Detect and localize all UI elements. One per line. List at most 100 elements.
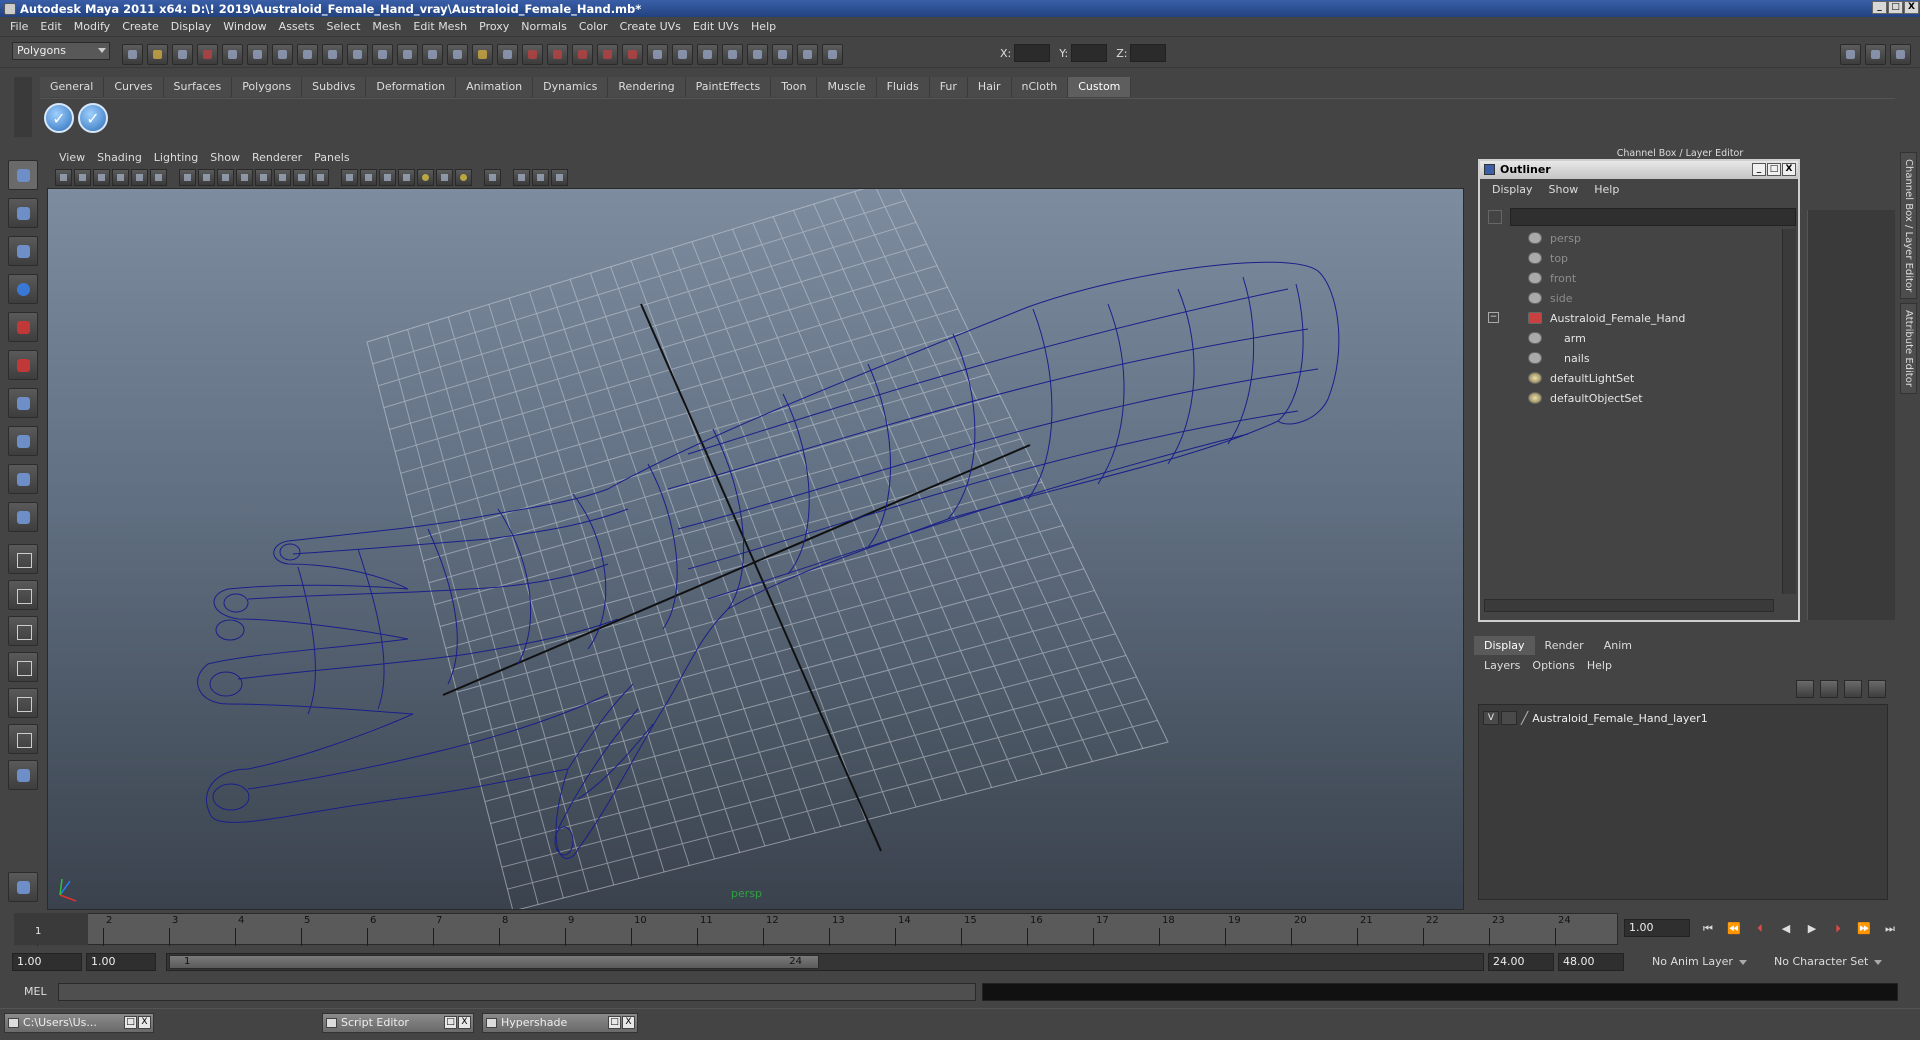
menu-help[interactable]: Help [745,20,782,33]
minimize-button[interactable]: _ [1872,1,1887,14]
step-forward-key-button[interactable]: ⏩ [1854,921,1874,937]
smooth-shade-icon[interactable] [217,168,234,186]
layer-color-swatch-icon[interactable]: ╱ [1521,711,1528,725]
layer-tab-display[interactable]: Display [1474,636,1535,655]
range-slider-track[interactable]: 1 24 [166,953,1484,971]
menu-edit[interactable]: Edit [34,20,67,33]
outliner-minimize-button[interactable]: _ [1752,163,1766,176]
time-slider[interactable]: 123456789101112131415161718192021222324 [14,913,1618,946]
ambient-occlusion-icon[interactable] [436,168,453,186]
maximize-button[interactable]: □ [1888,1,1903,14]
outliner-item-front[interactable]: front [1528,269,1576,287]
perspective-viewport[interactable]: persp [47,188,1464,910]
menu-window[interactable]: Window [217,20,272,33]
xray-icon[interactable] [312,168,329,186]
start-time-field[interactable]: 1.00 [12,953,82,971]
menu-display[interactable]: Display [165,20,218,33]
close-window-button[interactable]: X [622,1016,635,1029]
close-window-button[interactable]: X [458,1016,471,1029]
minimized-window-script-editor[interactable]: Script Editor □ X [322,1013,474,1033]
filter-options-icon[interactable] [1488,210,1502,224]
menu-normals[interactable]: Normals [515,20,573,33]
attribute-editor-toggle-icon[interactable] [1840,43,1861,65]
shelf-tab-surfaces[interactable]: Surfaces [163,77,233,97]
playback-end-field[interactable]: 24.00 [1488,953,1554,971]
minimized-window-hypershade[interactable]: Hypershade □ X [482,1013,638,1033]
field-chart-icon[interactable] [551,168,568,186]
shelf-tab-hair[interactable]: Hair [967,77,1012,97]
outliner-vertical-scrollbar[interactable] [1782,229,1796,594]
rotate-tool-icon[interactable] [8,312,38,342]
mel-language-toggle[interactable]: MEL [14,983,56,1001]
playback-start-field[interactable]: 1.00 [86,953,156,971]
safe-title-icon[interactable] [532,168,549,186]
persp-hypergraph-layout-icon[interactable] [8,688,38,718]
go-to-start-button[interactable]: ⏮ [1698,921,1718,937]
move-layer-down-icon[interactable] [1820,680,1838,698]
character-set-selector[interactable]: No Character Set [1770,953,1894,971]
restore-button[interactable]: □ [124,1016,137,1029]
paint-select-tool-icon[interactable] [8,236,38,266]
textured-icon[interactable] [255,168,272,186]
restore-button[interactable]: □ [608,1016,621,1029]
wireframe-on-shaded-icon[interactable] [236,168,253,186]
mask-joints-icon[interactable] [297,43,318,65]
layer-menu-help[interactable]: Help [1581,659,1618,672]
shelf-tab-general[interactable]: General [40,77,105,97]
all-lights-icon[interactable] [455,168,472,186]
wireframe-icon[interactable] [198,168,215,186]
layer-display-type-toggle[interactable] [1501,711,1517,725]
xray-joints-icon[interactable] [360,168,377,186]
viewport-menu-view[interactable]: View [53,151,91,164]
high-quality-icon[interactable] [379,168,396,186]
help-icon[interactable] [447,43,468,65]
quick-help-icon[interactable] [8,872,38,902]
select-component-icon[interactable] [247,43,268,65]
move-tool-icon[interactable] [8,274,38,304]
x-field[interactable] [1014,44,1051,62]
input-ops-icon[interactable] [647,43,668,65]
menu-mesh[interactable]: Mesh [366,20,407,33]
shelf-grip[interactable] [14,77,32,137]
outliner-menu-display[interactable]: Display [1484,183,1541,196]
mask-rendering-icon[interactable] [422,43,443,65]
layer-tab-anim[interactable]: Anim [1593,636,1642,655]
anim-layer-selector[interactable]: No Anim Layer [1648,953,1766,971]
viewport-menu-renderer[interactable]: Renderer [246,151,308,164]
menu-file[interactable]: File [4,20,34,33]
outliner-item-persp[interactable]: persp [1528,229,1581,247]
grid-icon[interactable] [179,168,196,186]
lasso-tool-icon[interactable] [8,198,38,228]
outliner-filter-input[interactable] [1510,208,1796,226]
new-scene-icon[interactable] [122,43,143,65]
shelf-tab-painteffects[interactable]: PaintEffects [685,77,772,97]
shelf-tab-rendering[interactable]: Rendering [608,77,686,97]
snap-grid-icon[interactable] [522,43,543,65]
snap-view-plane-icon[interactable] [597,43,618,65]
outliner-item-default-light-set[interactable]: defaultLightSet [1528,369,1634,387]
select-object-icon[interactable] [222,43,243,65]
mask-curves-icon[interactable] [322,43,343,65]
image-plane-icon[interactable] [112,168,129,186]
select-camera-icon[interactable] [55,168,72,186]
attribute-editor-side-tab[interactable]: Attribute Editor [1900,303,1917,395]
lock-selection-icon[interactable] [472,43,493,65]
viewport-menu-panels[interactable]: Panels [308,151,355,164]
viewport-menu-lighting[interactable]: Lighting [148,151,204,164]
open-scene-icon[interactable] [147,43,168,65]
current-frame-marker[interactable] [14,913,88,945]
new-layer-from-selection-icon[interactable] [1868,680,1886,698]
range-slider-thumb[interactable]: 1 24 [169,955,819,969]
menu-create-uvs[interactable]: Create UVs [614,20,687,33]
graph-hypergraph-layout-icon[interactable] [8,724,38,754]
outliner-menu-show[interactable]: Show [1541,183,1587,196]
mel-command-input[interactable] [58,983,976,1001]
resolution-gate-icon[interactable] [484,168,501,186]
custom-check-icon[interactable]: ✓ [44,103,74,133]
save-scene-icon[interactable] [172,43,193,65]
step-back-frame-button[interactable]: ⏴ [1750,921,1770,937]
hand-wireframe-mesh[interactable] [197,261,1340,859]
outliner-item-top[interactable]: top [1528,249,1568,267]
end-time-field[interactable]: 48.00 [1558,953,1624,971]
bookmark-icon[interactable] [93,168,110,186]
